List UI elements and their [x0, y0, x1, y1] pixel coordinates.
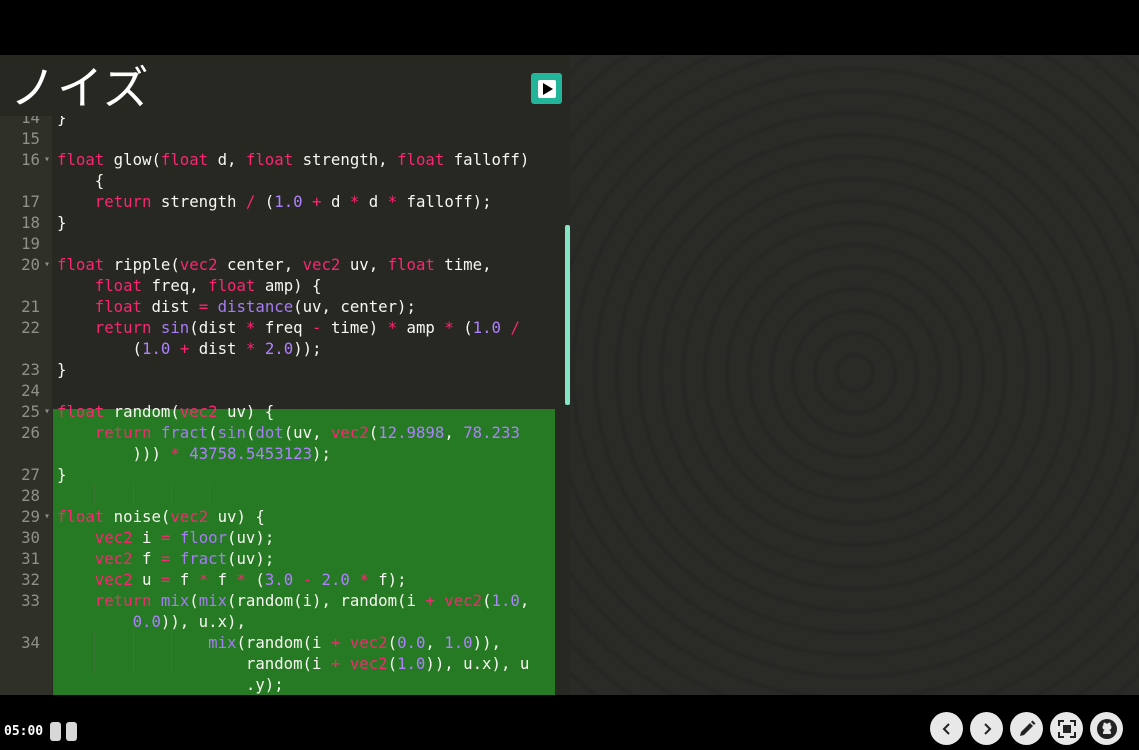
indent-guide	[133, 484, 134, 505]
github-icon	[1096, 718, 1118, 740]
code-line[interactable]: float random(vec2 uv) {	[57, 401, 274, 422]
line-number: 28	[21, 486, 40, 505]
line-number: 15	[21, 129, 40, 148]
line-number: 27	[21, 465, 40, 484]
indent-guide	[133, 631, 134, 673]
line-number: 24	[21, 381, 40, 400]
code-line[interactable]: float noise(vec2 uv) {	[57, 506, 265, 527]
line-number: 17	[21, 192, 40, 211]
run-button[interactable]	[531, 73, 562, 104]
indent-guide	[94, 484, 95, 505]
line-number: 23	[21, 360, 40, 379]
line-number: 30	[21, 528, 40, 547]
code-line[interactable]: }	[57, 116, 66, 128]
slide: ノイズ 14} 15 16 ▾ float glow(float d, float st…	[0, 55, 1139, 695]
line-number: 34	[21, 633, 40, 652]
line-number: 29	[21, 507, 40, 526]
indent-guide	[94, 631, 95, 673]
code-line[interactable]: }	[57, 212, 66, 233]
line-number: 18	[21, 213, 40, 232]
code-line[interactable]: vec2 f = fract(uv);	[57, 548, 275, 569]
code-line[interactable]: 0.0)), u.x),	[57, 611, 246, 632]
code-line[interactable]: ))) * 43758.5453123);	[57, 443, 331, 464]
code-line[interactable]: mix(random(i + vec2(0.0, 1.0)),	[57, 632, 501, 653]
code-line[interactable]: .y);	[57, 674, 284, 695]
fold-arrow-icon[interactable]: ▾	[44, 401, 50, 422]
line-number: 32	[21, 570, 40, 589]
indent-guide	[171, 484, 172, 505]
line-number: 33	[21, 591, 40, 610]
pencil-icon	[1017, 719, 1037, 739]
fullscreen-button[interactable]	[1050, 712, 1083, 745]
prev-button[interactable]	[930, 712, 963, 745]
line-number	[0, 275, 40, 296]
code-editor[interactable]: 14} 15 16 ▾ float glow(float d, float streng…	[0, 116, 570, 695]
line-number	[0, 170, 40, 191]
chevron-right-icon	[979, 721, 995, 737]
code-line[interactable]: vec2 i = floor(uv);	[57, 527, 275, 548]
code-line[interactable]: {	[57, 170, 104, 191]
fold-arrow-icon[interactable]: ▾	[44, 506, 50, 527]
code-line[interactable]: }	[57, 464, 66, 485]
fold-arrow-icon[interactable]: ▾	[44, 254, 50, 275]
code-line[interactable]: float freq, float amp) {	[57, 275, 322, 296]
line-number: 26	[21, 423, 40, 442]
code-line[interactable]: vec2 u = f * f * (3.0 - 2.0 * f);	[57, 569, 407, 590]
pause-bar-right[interactable]	[66, 722, 77, 741]
line-number	[0, 338, 40, 359]
code-panel: ノイズ 14} 15 16 ▾ float glow(float d, float st…	[0, 55, 570, 695]
code-line[interactable]: float ripple(vec2 center, vec2 uv, float…	[57, 254, 492, 275]
fullscreen-icon	[1057, 719, 1077, 739]
line-number	[0, 653, 40, 674]
code-line[interactable]: return fract(sin(dot(uv, vec2(12.9898, 7…	[57, 422, 520, 443]
line-number: 20	[21, 255, 40, 274]
play-icon	[536, 78, 558, 100]
next-button[interactable]	[970, 712, 1003, 745]
code-line[interactable]: return mix(mix(random(i), random(i + vec…	[57, 590, 530, 611]
line-number: 14	[21, 116, 40, 127]
github-button[interactable]	[1090, 712, 1123, 745]
code-line[interactable]: random(i + vec2(1.0)), u.x), u	[57, 653, 529, 674]
indent-guide	[209, 484, 210, 505]
page-title: ノイズ	[10, 61, 150, 115]
line-number: 21	[21, 297, 40, 316]
line-number: 31	[21, 549, 40, 568]
line-number	[0, 443, 40, 464]
indent-guide	[171, 631, 172, 673]
code-line[interactable]: float glow(float d, float strength, floa…	[57, 149, 529, 170]
code-line[interactable]: }	[57, 359, 66, 380]
line-number: 22	[21, 318, 40, 337]
line-number: 19	[21, 234, 40, 253]
fold-arrow-icon[interactable]: ▾	[44, 149, 50, 170]
line-number: 25	[21, 402, 40, 421]
timer: 05:00	[4, 724, 44, 739]
code-line[interactable]: float dist = distance(uv, center);	[57, 296, 416, 317]
chevron-left-icon	[939, 721, 955, 737]
code-line[interactable]: (1.0 + dist * 2.0));	[57, 338, 322, 359]
code-line[interactable]: return sin(dist * freq - time) * amp * (…	[57, 317, 520, 338]
line-number: 16	[21, 150, 40, 169]
pause-bar-left[interactable]	[50, 722, 61, 741]
line-number	[0, 674, 40, 695]
edit-button[interactable]	[1010, 712, 1043, 745]
line-number	[0, 611, 40, 632]
code-line[interactable]: return strength / (1.0 + d * d * falloff…	[57, 191, 492, 212]
bottom-bar: 05:00	[0, 695, 1139, 750]
shader-canvas[interactable]	[570, 55, 1139, 695]
